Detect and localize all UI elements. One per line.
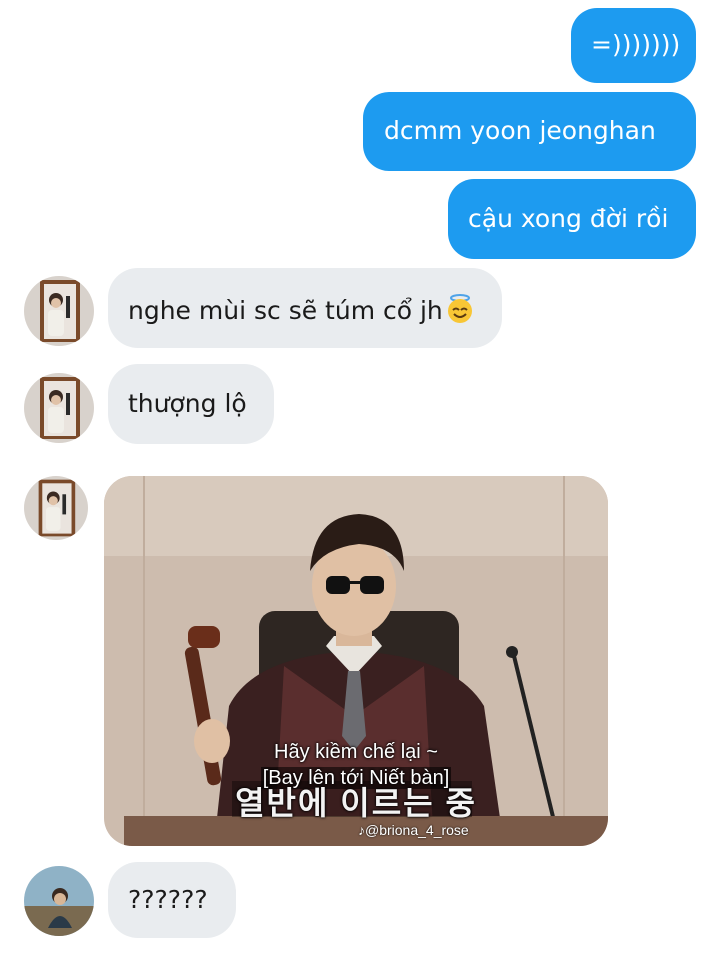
contact-avatar[interactable]: [24, 476, 88, 540]
smiling-face-with-halo-emoji: [444, 293, 476, 325]
contact-avatar[interactable]: [24, 866, 94, 936]
message-text: nghe mùi sc sẽ túm cổ jh: [128, 296, 443, 325]
received-message[interactable]: nghe mùi sc sẽ túm cổ jh: [108, 268, 502, 348]
sent-message[interactable]: dcmm yoon jeonghan: [363, 92, 696, 171]
image-caption: Hãy kiềm chế lại ~: [274, 741, 438, 763]
image-message[interactable]: Hãy kiềm chế lại ~ [Bay lên tới Niết bàn…: [104, 476, 608, 846]
sent-message[interactable]: =))))))): [571, 8, 696, 83]
message-text: =))))))): [591, 30, 681, 59]
contact-avatar[interactable]: [24, 373, 94, 443]
tiktok-icon: ♪: [358, 822, 365, 838]
message-text: thượng lộ: [128, 389, 247, 418]
watermark-text: @briona_4_rose: [365, 822, 469, 838]
tiktok-watermark: ♪@briona_4_rose: [358, 822, 469, 838]
message-text: dcmm yoon jeonghan: [384, 116, 656, 145]
sent-message[interactable]: cậu xong đời rồi: [448, 179, 696, 259]
received-message[interactable]: thượng lộ: [108, 364, 274, 444]
message-text: ??????: [128, 885, 208, 914]
contact-avatar[interactable]: [24, 276, 94, 346]
received-message[interactable]: ??????: [108, 862, 236, 938]
image-hardsub: 열반에 이르는 중: [235, 785, 477, 821]
message-text: cậu xong đời rồi: [468, 204, 669, 233]
